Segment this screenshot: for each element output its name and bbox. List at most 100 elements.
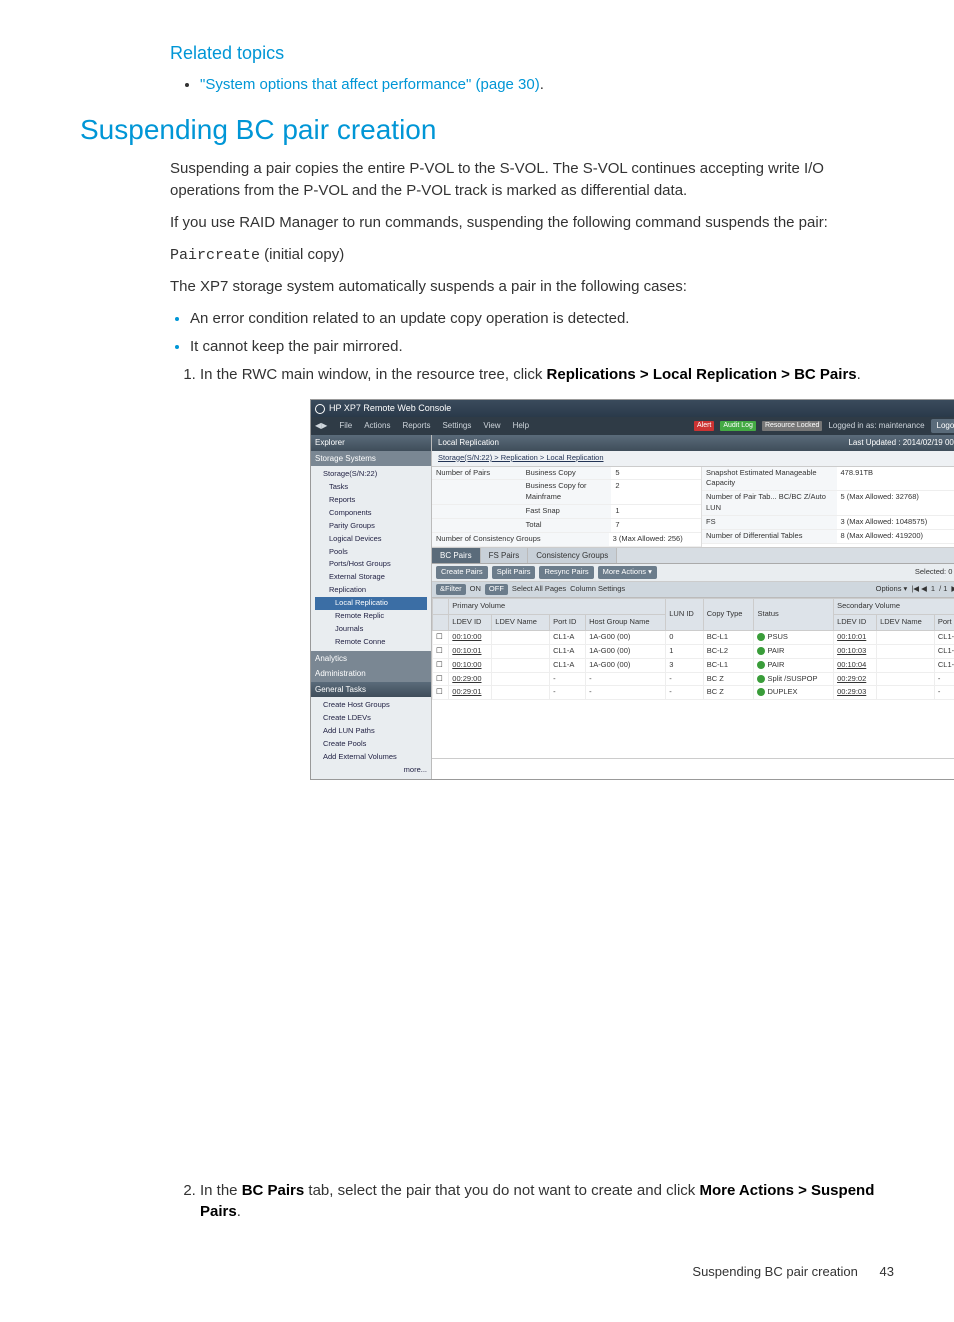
rwc-screenshot: HP XP7 Remote Web Console ◀▶ File Action… xyxy=(310,399,954,779)
tree-pools[interactable]: Pools xyxy=(315,546,427,559)
gt-create-pools[interactable]: Create Pools xyxy=(315,738,427,751)
options-dropdown[interactable]: Options ▾ xyxy=(876,584,908,595)
split-pairs-button[interactable]: Split Pairs xyxy=(492,566,536,579)
row-s-ldev-id[interactable]: 00:10:03 xyxy=(834,644,877,658)
gt-add-lun-paths[interactable]: Add LUN Paths xyxy=(315,725,427,738)
row-p-port: - xyxy=(550,686,586,700)
row-s-ldev-id[interactable]: 00:10:04 xyxy=(834,658,877,672)
menu-help[interactable]: Help xyxy=(513,420,529,432)
resync-pairs-button[interactable]: Resync Pairs xyxy=(539,566,593,579)
filter-off[interactable]: OFF xyxy=(485,584,508,595)
logout-button[interactable]: Logout xyxy=(931,419,954,433)
menu-settings[interactable]: Settings xyxy=(442,420,471,432)
row-p-hg: - xyxy=(586,686,666,700)
filter-label[interactable]: &Filter xyxy=(436,584,466,595)
alert-badge[interactable]: Alert xyxy=(694,421,714,431)
menu-view[interactable]: View xyxy=(483,420,500,432)
cases-list: An error condition related to an update … xyxy=(190,308,884,358)
row-s-ldev-id[interactable]: 00:10:01 xyxy=(834,630,877,644)
section-heading: Suspending BC pair creation xyxy=(80,110,894,151)
table-row[interactable]: ☐00:10:00CL1-A1A-G00 (00)0BC-L1PSUS00:10… xyxy=(433,630,954,644)
row-checkbox[interactable]: ☐ xyxy=(433,644,449,658)
table-row[interactable]: ☐00:10:00CL1-A1A-G00 (00)3BC-L1PAIR00:10… xyxy=(433,658,954,672)
row-s-ldev-name xyxy=(877,644,935,658)
row-checkbox[interactable]: ☐ xyxy=(433,686,449,700)
auditlog-badge[interactable]: Audit Log xyxy=(720,421,756,431)
more-actions-button[interactable]: More Actions ▾ xyxy=(598,566,657,579)
row-checkbox[interactable]: ☐ xyxy=(433,658,449,672)
tree-storage[interactable]: Storage(S/N:22) xyxy=(315,468,427,481)
tree-remote-connections[interactable]: Remote Conne xyxy=(315,636,427,649)
related-topic-link[interactable]: "System options that affect performance"… xyxy=(200,76,540,93)
tree-external-storage[interactable]: External Storage xyxy=(315,571,427,584)
main-title: Local Replication xyxy=(438,437,499,449)
related-topic-period: . xyxy=(540,76,544,93)
tab-consistency-groups[interactable]: Consistency Groups xyxy=(528,548,617,564)
select-all-pages[interactable]: Select All Pages xyxy=(512,584,566,595)
resource-locked-badge[interactable]: Resource Locked xyxy=(762,421,822,431)
table-row[interactable]: ☐00:29:01---BC ZDUPLEX00:29:03- xyxy=(433,686,954,700)
row-s-ldev-id[interactable]: 00:29:03 xyxy=(834,686,877,700)
tree-remote-replication[interactable]: Remote Replic xyxy=(315,610,427,623)
tree-ports-host-groups[interactable]: Ports/Host Groups xyxy=(315,558,427,571)
row-p-port: CL1-A xyxy=(550,630,586,644)
analytics-section[interactable]: Analytics xyxy=(311,651,431,667)
th-s-port-id: Port ID xyxy=(934,615,954,631)
row-s-ldev-name xyxy=(877,658,935,672)
row-s-ldev-id[interactable]: 00:29:02 xyxy=(834,672,877,686)
row-checkbox[interactable]: ☐ xyxy=(433,630,449,644)
column-settings[interactable]: Column Settings xyxy=(570,584,625,595)
nav-back-icon[interactable]: ◀▶ xyxy=(315,420,327,432)
row-p-ldev-id[interactable]: 00:10:01 xyxy=(449,644,492,658)
row-p-ldev-name xyxy=(492,686,550,700)
tree-journals[interactable]: Journals xyxy=(315,623,427,636)
row-p-port: - xyxy=(550,672,586,686)
create-pairs-button[interactable]: Create Pairs xyxy=(436,566,488,579)
step-2-post: . xyxy=(237,1203,241,1220)
code-after: (initial copy) xyxy=(260,246,344,263)
tab-fs-pairs[interactable]: FS Pairs xyxy=(481,548,529,564)
explorer-heading: Explorer xyxy=(311,435,431,451)
page-prev-icon[interactable]: |◀ ◀ xyxy=(911,584,927,595)
row-p-ldev-id[interactable]: 00:29:00 xyxy=(449,672,492,686)
tree-local-replication[interactable]: Local Replicatio xyxy=(315,597,427,610)
storage-systems-tab[interactable]: Storage Systems xyxy=(311,451,431,467)
menu-reports[interactable]: Reports xyxy=(402,420,430,432)
table-row[interactable]: ☐00:29:00---BC ZSplit /SUSPOP00:29:02- xyxy=(433,672,954,686)
gt-create-ldevs[interactable]: Create LDEVs xyxy=(315,712,427,725)
row-p-ldev-id[interactable]: 00:10:00 xyxy=(449,658,492,672)
gt-more[interactable]: more... xyxy=(315,764,427,777)
row-p-ldev-id[interactable]: 00:10:00 xyxy=(449,630,492,644)
gt-add-external-volumes[interactable]: Add External Volumes xyxy=(315,751,427,764)
th-status: Status xyxy=(754,599,834,631)
case-item-1: An error condition related to an update … xyxy=(190,308,884,330)
menu-actions[interactable]: Actions xyxy=(364,420,390,432)
row-p-ldev-name xyxy=(492,644,550,658)
gt-create-host-groups[interactable]: Create Host Groups xyxy=(315,699,427,712)
sum-semc-k: Snapshot Estimated Manageable Capacity xyxy=(702,467,837,491)
tree-parity-groups[interactable]: Parity Groups xyxy=(315,520,427,533)
paragraph-2: If you use RAID Manager to run commands,… xyxy=(170,212,884,234)
sum-fs2-v: 3 (Max Allowed: 1048575) xyxy=(837,516,954,529)
administration-section[interactable]: Administration xyxy=(311,666,431,682)
tree-tasks[interactable]: Tasks xyxy=(315,481,427,494)
row-copy-type: BC-L1 xyxy=(703,658,754,672)
page-total: / 1 xyxy=(939,584,947,595)
row-lun: 1 xyxy=(666,644,704,658)
tree-replication[interactable]: Replication xyxy=(315,584,427,597)
tree-components[interactable]: Components xyxy=(315,507,427,520)
sum-ndt-v: 8 (Max Allowed: 419200) xyxy=(837,530,954,543)
table-row[interactable]: ☐00:10:01CL1-A1A-G00 (00)1BC-L2PAIR00:10… xyxy=(433,644,954,658)
action-toolbar: Create Pairs Split Pairs Resync Pairs Mo… xyxy=(432,564,954,582)
breadcrumb[interactable]: Storage(S/N:22) > Replication > Local Re… xyxy=(432,451,954,467)
step-1-pre: In the RWC main window, in the resource … xyxy=(200,366,547,383)
filter-on[interactable]: ON xyxy=(470,584,481,595)
tree-reports[interactable]: Reports xyxy=(315,494,427,507)
tab-bc-pairs[interactable]: BC Pairs xyxy=(432,548,481,564)
row-p-ldev-id[interactable]: 00:29:01 xyxy=(449,686,492,700)
row-lun: 0 xyxy=(666,630,704,644)
tree-logical-devices[interactable]: Logical Devices xyxy=(315,533,427,546)
menu-file[interactable]: File xyxy=(339,420,352,432)
step-1-post: . xyxy=(857,366,861,383)
row-checkbox[interactable]: ☐ xyxy=(433,672,449,686)
